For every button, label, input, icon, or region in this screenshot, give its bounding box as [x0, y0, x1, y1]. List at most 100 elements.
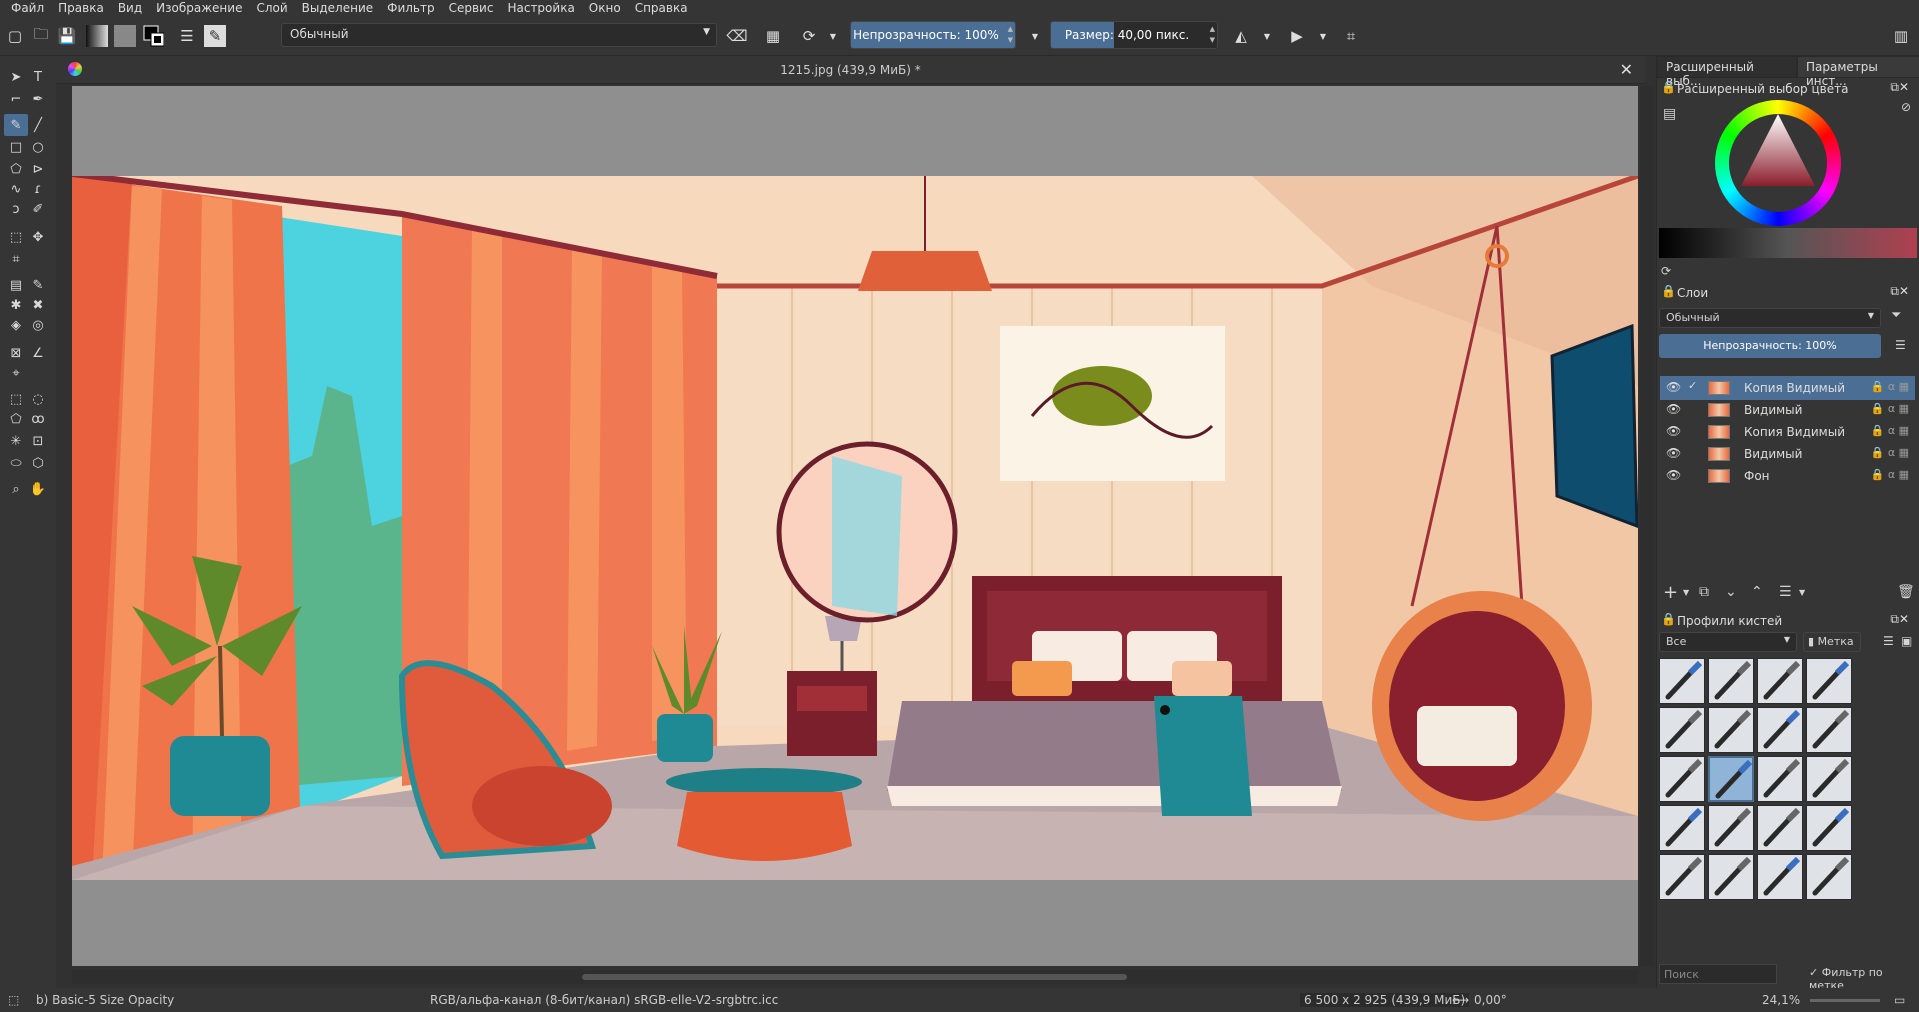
close-icon[interactable]: ✕	[1899, 612, 1909, 626]
transform-icon[interactable]: ⬚	[4, 226, 28, 248]
float-icon[interactable]: ⧉	[1890, 284, 1899, 299]
gradient-icon[interactable]: ▤	[4, 274, 28, 296]
image-size-status[interactable]: 6 500 x 2 925 (439,9 МиБ)	[1300, 993, 1470, 1007]
brush-settings-icon[interactable]: ☰	[176, 25, 198, 47]
close-icon[interactable]: ✕	[1899, 80, 1909, 94]
layer-row[interactable]: 👁 Видимый 🔒 α ▦	[1660, 442, 1915, 466]
bezier-select-icon[interactable]: ⬭	[4, 452, 28, 474]
smart-patch-icon[interactable]: ✱	[4, 294, 28, 316]
float-icon[interactable]: ⧉	[1890, 80, 1899, 95]
settings-icon[interactable]: ▤	[1663, 106, 1676, 122]
calligraphy-icon[interactable]: ✒	[26, 88, 50, 110]
select-shape-icon[interactable]: ➤	[4, 66, 28, 88]
layer-checkbox[interactable]	[1688, 446, 1700, 458]
layer-lock-icons[interactable]: 🔒 α ▦	[1871, 446, 1909, 459]
line-icon[interactable]: ╱	[26, 114, 50, 136]
menu-item[interactable]: Сервис	[442, 0, 501, 16]
layer-checkbox[interactable]	[1688, 402, 1700, 414]
tag-button[interactable]: ▮ Метка	[1803, 632, 1861, 652]
spin-arrows-icon[interactable]: ▲ ▼	[1008, 24, 1013, 46]
brush-preset-item[interactable]	[1708, 658, 1754, 704]
rect-select-icon[interactable]: ⬚	[4, 388, 28, 410]
open-document-icon[interactable]: 🗀	[30, 25, 52, 47]
color-history-strip[interactable]	[1659, 228, 1917, 258]
panel-layout-icon[interactable]: ▥	[1890, 25, 1912, 47]
gradient-swatch[interactable]	[86, 25, 108, 47]
crop-icon[interactable]: ⌗	[4, 248, 28, 270]
chevron-down-icon[interactable]: ▼	[1256, 25, 1278, 47]
menu-item[interactable]: Справка	[628, 0, 695, 16]
brush-icon[interactable]: ✎	[4, 114, 28, 136]
canvas-artwork[interactable]	[72, 86, 1638, 966]
size-slider[interactable]: Размер: 40,00 пикс. ▲ ▼	[1050, 21, 1218, 49]
polygon-select-icon[interactable]: ⬠	[4, 408, 28, 430]
fill-enclosed-icon[interactable]: ◎	[26, 314, 50, 336]
layer-lock-icons[interactable]: 🔒 α ▦	[1871, 380, 1909, 393]
horizontal-scrollbar[interactable]	[72, 970, 1638, 984]
menu-item[interactable]: Фильтр	[380, 0, 441, 16]
menu-item[interactable]: Слой	[249, 0, 294, 16]
polyline-icon[interactable]: ⊳	[26, 158, 50, 180]
filter-icon[interactable]: ⏷	[1891, 308, 1901, 323]
mirror-vertical-icon[interactable]: ▶	[1286, 25, 1308, 47]
layer-checkbox[interactable]: ✓	[1688, 380, 1700, 392]
eraser-icon[interactable]: ⌫	[726, 25, 748, 47]
color-picker-icon[interactable]: ✎	[26, 274, 50, 296]
delete-layer-icon[interactable]: 🗑	[1897, 584, 1915, 600]
view-mode-icon[interactable]: ▣	[1901, 634, 1912, 648]
duplicate-layer-icon[interactable]: ⧉	[1699, 584, 1709, 600]
layer-row[interactable]: 👁 Фон 🔒 α ▦	[1660, 464, 1915, 488]
spin-arrows-icon[interactable]: ▲ ▼	[1210, 24, 1215, 46]
brush-preset-item[interactable]	[1659, 707, 1705, 753]
rectangle-icon[interactable]: □	[4, 136, 28, 158]
lock-icon[interactable]: 🔒	[1661, 80, 1676, 94]
menu-icon[interactable]: ☰	[1883, 634, 1894, 648]
chevron-down-icon[interactable]: ▼	[1683, 588, 1689, 597]
polygon-icon[interactable]: ⬠	[4, 158, 28, 180]
chevron-down-icon[interactable]: ▼	[822, 25, 844, 47]
canvas-area[interactable]	[72, 86, 1638, 966]
zoom-slider[interactable]	[1810, 999, 1880, 1002]
eye-icon[interactable]: 👁	[1666, 380, 1681, 394]
document-title[interactable]: 1215.jpg (439,9 МиБ) *	[56, 63, 1645, 77]
brush-preset-item[interactable]	[1708, 756, 1754, 802]
brush-preset-item[interactable]	[1806, 756, 1852, 802]
rotate-icon[interactable]: ⟷	[1452, 993, 1469, 1007]
chevron-down-icon[interactable]: ▼	[1024, 25, 1046, 47]
selection-icon[interactable]: ⬚	[8, 993, 19, 1007]
move-icon[interactable]: ✥	[26, 226, 50, 248]
layer-blend-select[interactable]: Обычный ▼	[1659, 308, 1881, 328]
menu-item[interactable]: Выделение	[295, 0, 380, 16]
fit-icon[interactable]: ▭	[1894, 993, 1905, 1007]
layer-lock-icons[interactable]: 🔒 α ▦	[1871, 402, 1909, 415]
refresh-icon[interactable]: ⟳	[1661, 264, 1671, 278]
tab-tool-options[interactable]: Параметры инст...	[1797, 56, 1919, 88]
eye-icon[interactable]: 👁	[1666, 468, 1681, 482]
brush-preset-item[interactable]	[1659, 854, 1705, 900]
menu-item[interactable]: Настройка	[500, 0, 581, 16]
layer-lock-icons[interactable]: 🔒 α ▦	[1871, 468, 1909, 481]
layer-checkbox[interactable]	[1688, 468, 1700, 480]
ellipse-select-icon[interactable]: ◌	[26, 388, 50, 410]
brush-preset-item[interactable]	[1757, 854, 1803, 900]
brush-preset-item[interactable]	[1757, 658, 1803, 704]
mirror-horizontal-icon[interactable]: ◭	[1230, 25, 1252, 47]
block-icon[interactable]: ⊘	[1901, 100, 1911, 114]
multibrush-icon[interactable]: ✐	[26, 198, 50, 220]
brush-tag-filter-select[interactable]: Все ▼	[1659, 632, 1797, 652]
layer-row[interactable]: 👁 ✓ Копия Видимый 🔒 α ▦	[1660, 376, 1915, 400]
close-icon[interactable]: ✕	[1899, 284, 1909, 298]
freehand-path-icon[interactable]: ɾ	[26, 178, 50, 200]
reload-icon[interactable]: ⟳	[798, 25, 820, 47]
brush-preset-item[interactable]	[1757, 756, 1803, 802]
tab-advanced-color[interactable]: Расширенный выб...	[1657, 56, 1797, 88]
reference-icon[interactable]: ⌖	[4, 362, 28, 384]
new-document-icon[interactable]: ▢	[4, 25, 26, 47]
brush-preset-item[interactable]	[1659, 756, 1705, 802]
layer-row[interactable]: 👁 Копия Видимый 🔒 α ▦	[1660, 420, 1915, 444]
close-icon[interactable]: ✕	[1620, 60, 1633, 79]
ellipse-icon[interactable]: ○	[26, 136, 50, 158]
crop-wrap-icon[interactable]: ⌗	[1340, 25, 1362, 47]
pattern-swatch[interactable]	[114, 25, 136, 47]
brush-preset-item[interactable]	[1708, 707, 1754, 753]
